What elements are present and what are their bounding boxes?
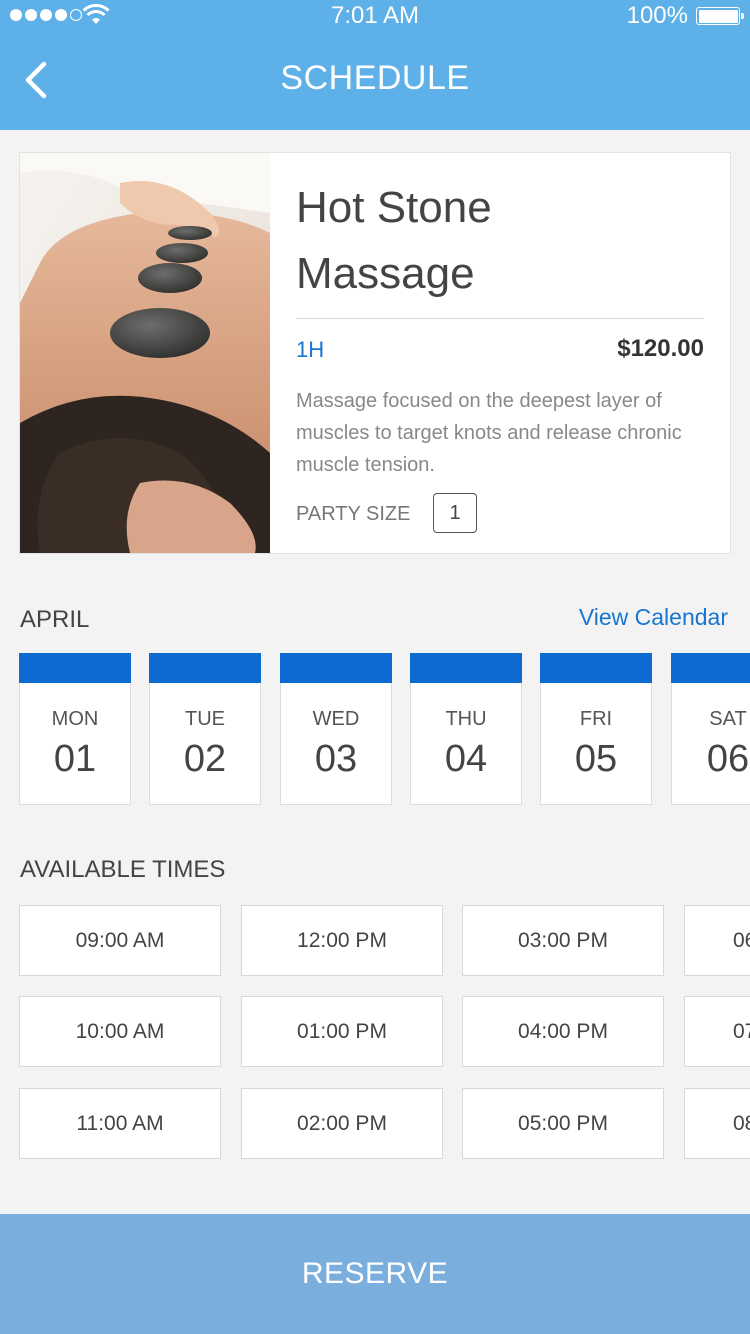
service-name-line1: Hot Stone [296,183,492,232]
time-slot[interactable]: 11:00 AM [19,1088,221,1159]
time-slot[interactable]: 02:00 PM [241,1088,443,1159]
party-size-label: PARTY SIZE [296,503,411,525]
day-card-tue[interactable]: TUE 02 [149,653,261,805]
service-price: $120.00 [617,335,704,362]
time-slot[interactable]: 08 [684,1088,750,1159]
day-number: 04 [444,738,488,780]
day-of-week: MON [51,708,99,730]
available-times-heading: AVAILABLE TIMES [20,856,226,883]
day-of-week: THU [445,708,487,730]
page-title: SCHEDULE [280,59,470,97]
time-slot[interactable]: 04:00 PM [462,996,664,1067]
time-slot[interactable]: 05:00 PM [462,1088,664,1159]
time-slot[interactable]: 07 [684,996,750,1067]
day-card-wed[interactable]: WED 03 [280,653,392,805]
day-card-sat[interactable]: SAT 06 [671,653,750,805]
divider [296,318,704,319]
time-slot[interactable]: 01:00 PM [241,996,443,1067]
day-card-header [410,653,522,683]
day-of-week: FRI [579,708,613,730]
day-card-mon[interactable]: MON 01 [19,653,131,805]
day-of-week: WED [312,708,360,730]
service-duration: 1H [296,337,325,362]
day-number: 01 [53,738,97,780]
time-slot[interactable]: 12:00 PM [241,905,443,976]
day-number: 06 [706,738,750,780]
view-calendar-link[interactable]: View Calendar [579,604,728,631]
day-of-week: SAT [709,708,747,730]
party-size-input[interactable]: 1 [433,493,477,533]
time-slot[interactable]: 06 [684,905,750,976]
day-number: 05 [574,738,618,780]
day-card-header [19,653,131,683]
service-name-line2: Massage [296,249,475,298]
service-description: Massage focused on the deepest layer of … [296,390,682,476]
reserve-button[interactable]: RESERVE [0,1214,750,1334]
day-card-header [280,653,392,683]
service-name: Hot Stone Massage [296,175,492,307]
day-number: 03 [314,738,358,780]
day-number: 02 [183,738,227,780]
service-card: Hot Stone Massage 1H $120.00 Massage foc… [19,152,731,554]
service-photo [20,153,270,553]
day-of-week: TUE [185,708,225,730]
battery-percent: 100% [626,2,688,29]
day-card-fri[interactable]: FRI 05 [540,653,652,805]
time-slot[interactable]: 09:00 AM [19,905,221,976]
time-slot[interactable]: 10:00 AM [19,996,221,1067]
time-slot[interactable]: 03:00 PM [462,905,664,976]
day-card-thu[interactable]: THU 04 [410,653,522,805]
app-header: 7:01 AM 100% SCHEDULE [0,0,750,130]
day-card-header [671,653,750,683]
month-label: APRIL [20,606,90,633]
day-card-header [149,653,261,683]
battery-icon [696,7,744,25]
status-bar: 7:01 AM 100% [0,0,750,34]
day-card-header [540,653,652,683]
